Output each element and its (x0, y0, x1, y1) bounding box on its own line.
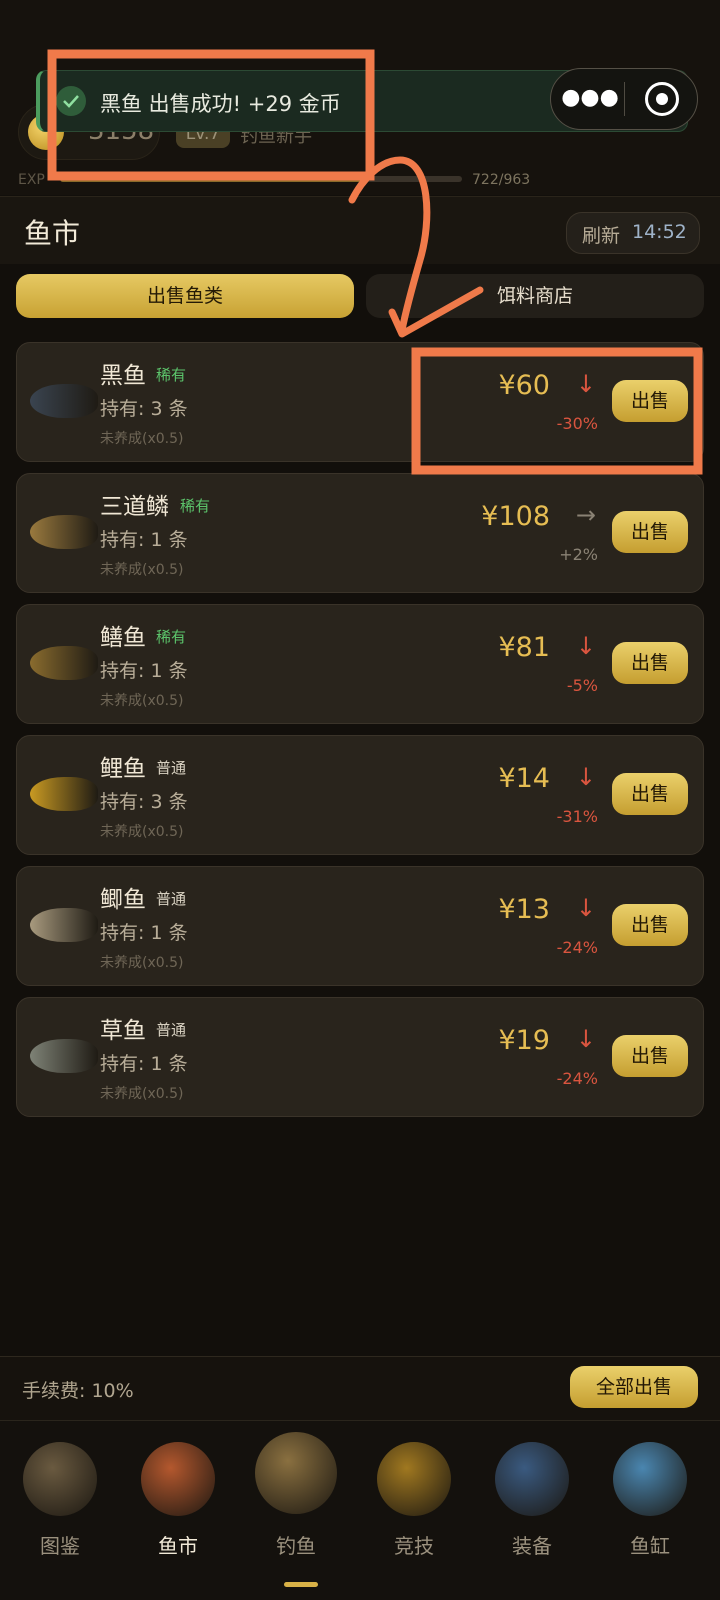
nav-label: 装备 (512, 1534, 552, 1558)
nav-item-trophy[interactable]: 竞技 (369, 1432, 459, 1582)
fish-name: 黑鱼 (100, 363, 146, 389)
market-icon (141, 1442, 215, 1516)
fish-name: 鲫鱼 (100, 887, 146, 913)
rarity-label: 普通 (156, 759, 187, 777)
sell-button[interactable]: 出售 (612, 511, 688, 553)
fish-icon (30, 908, 98, 942)
sell-button[interactable]: 出售 (612, 380, 688, 422)
capsule-divider (624, 82, 625, 116)
growth-note: 未养成(x0.5) (100, 431, 184, 447)
price-change: -24% (556, 1069, 598, 1088)
reel-icon (495, 1442, 569, 1516)
fish-icon (30, 384, 98, 418)
held-count: 持有: 3 条 (100, 398, 188, 420)
fish-name: 三道鳞 (100, 494, 169, 520)
tab-bait-shop[interactable]: 饵料商店 (366, 274, 704, 318)
held-count: 持有: 1 条 (100, 660, 188, 682)
growth-note: 未养成(x0.5) (100, 824, 184, 840)
nav-label: 竞技 (394, 1534, 434, 1558)
refresh-countdown: 14:52 (632, 221, 687, 243)
held-count: 持有: 1 条 (100, 922, 188, 944)
growth-note: 未养成(x0.5) (100, 562, 184, 578)
tab-sell-fish[interactable]: 出售鱼类 (16, 274, 354, 318)
fish-icon (30, 646, 98, 680)
nav-label: 图鉴 (40, 1534, 80, 1558)
nav-item-reel[interactable]: 装备 (487, 1432, 577, 1582)
exp-label: EXP (18, 172, 45, 188)
fish-name: 草鱼 (100, 1018, 146, 1044)
nav-item-fishing[interactable]: 钓鱼 (251, 1432, 341, 1582)
exp-value: 722/963 (472, 172, 531, 188)
trend-down-icon: ↓ (575, 370, 596, 398)
sell-button[interactable]: 出售 (612, 642, 688, 684)
growth-note: 未养成(x0.5) (100, 1086, 184, 1102)
price-change: -5% (566, 676, 598, 695)
trend-down-icon: ↓ (575, 894, 596, 922)
rarity-label: 稀有 (180, 497, 211, 515)
nav-item-market[interactable]: 鱼市 (133, 1432, 223, 1582)
nav-label: 钓鱼 (276, 1534, 316, 1558)
trophy-icon (377, 1442, 451, 1516)
nav-item-book[interactable]: 图鉴 (15, 1432, 105, 1582)
close-target-dot (656, 93, 668, 105)
trend-down-icon: ↓ (575, 632, 596, 660)
price-change: -30% (556, 414, 598, 433)
price-change: +2% (559, 545, 598, 564)
held-count: 持有: 1 条 (100, 529, 188, 551)
fee-text: 手续费: 10% (22, 1380, 134, 1402)
toast-message: 黑鱼 出售成功! +29 金币 (100, 92, 341, 116)
nav-active-indicator (284, 1582, 318, 1587)
rarity-label: 普通 (156, 890, 187, 908)
rarity-label: 普通 (156, 1021, 187, 1039)
held-count: 持有: 1 条 (100, 1053, 188, 1075)
rarity-label: 稀有 (156, 628, 187, 646)
sell-button[interactable]: 出售 (612, 904, 688, 946)
fish-icon (30, 1039, 98, 1073)
fish-icon (30, 515, 98, 549)
fish-name: 鲤鱼 (100, 756, 146, 782)
price-change: -31% (556, 807, 598, 826)
held-count: 持有: 3 条 (100, 791, 188, 813)
sell-button[interactable]: 出售 (612, 1035, 688, 1077)
trend-flat-icon: → (575, 501, 596, 529)
exp-bar (60, 176, 462, 182)
nav-label: 鱼缸 (630, 1534, 670, 1558)
nav-item-fishbowl[interactable]: 鱼缸 (605, 1432, 695, 1582)
sell-all-button[interactable]: 全部出售 (570, 1366, 698, 1408)
more-icon[interactable]: ●●● (554, 70, 626, 128)
rarity-label: 稀有 (156, 366, 187, 384)
fishbowl-icon (613, 1442, 687, 1516)
refresh-label: 刷新 (582, 225, 621, 247)
fishing-icon (255, 1432, 337, 1514)
page-title: 鱼市 (24, 217, 81, 250)
fish-name: 鳝鱼 (100, 625, 146, 651)
book-icon (23, 1442, 97, 1516)
growth-note: 未养成(x0.5) (100, 955, 184, 971)
growth-note: 未养成(x0.5) (100, 693, 184, 709)
check-icon (56, 86, 86, 116)
price-change: -24% (556, 938, 598, 957)
nav-label: 鱼市 (158, 1534, 198, 1558)
exp-bar-fill (60, 176, 362, 182)
fish-icon (30, 777, 98, 811)
trend-down-icon: ↓ (575, 1025, 596, 1053)
sell-button[interactable]: 出售 (612, 773, 688, 815)
trend-down-icon: ↓ (575, 763, 596, 791)
